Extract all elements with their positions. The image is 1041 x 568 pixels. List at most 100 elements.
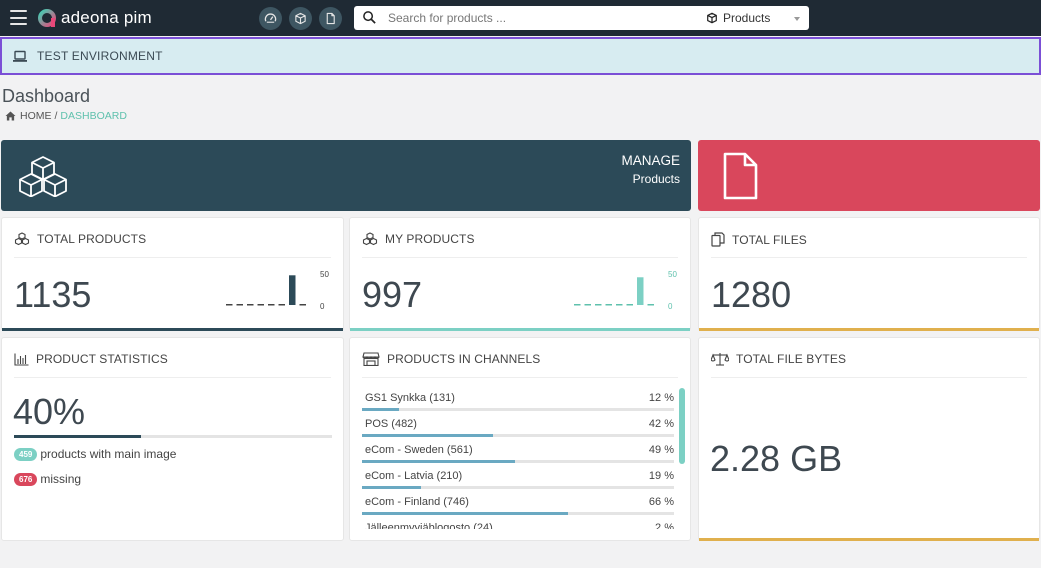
quick-dashboard-button[interactable] bbox=[259, 7, 282, 30]
main-image-progress bbox=[14, 435, 332, 438]
total-file-bytes-value: 2.28 GB bbox=[710, 438, 843, 479]
logo-text: adeona pim bbox=[61, 8, 152, 27]
total-products-value: 1135 bbox=[14, 274, 92, 315]
my-products-value: 997 bbox=[362, 274, 423, 315]
channel-percent: 42 % bbox=[648, 418, 674, 430]
manage-banner-subtitle: Products bbox=[632, 172, 680, 186]
sparkline-baseline-segment bbox=[616, 304, 623, 306]
home-icon bbox=[5, 111, 16, 121]
environment-label: TEST ENVIRONMENT bbox=[37, 49, 163, 63]
with-image-line: 459 products with main image bbox=[14, 447, 176, 461]
top-bar: adeona pim Products bbox=[0, 0, 1041, 36]
sparkline-baseline-segment bbox=[647, 304, 654, 306]
document-icon bbox=[723, 152, 758, 200]
search-icon bbox=[363, 11, 376, 24]
global-search: Products bbox=[354, 6, 809, 30]
channel-percent: 12 % bbox=[648, 392, 674, 404]
file-icon bbox=[326, 12, 335, 25]
channel-percent: 19 % bbox=[648, 470, 674, 482]
channel-name: Jälleenmyyjäblogosto (24) bbox=[365, 522, 493, 529]
store-icon bbox=[362, 352, 380, 366]
total-products-sparkline: 50 0 bbox=[224, 268, 332, 311]
manage-banner-title: MANAGE bbox=[621, 153, 680, 168]
main-image-percentage: 40% bbox=[13, 391, 86, 432]
breadcrumb-home[interactable]: HOME bbox=[20, 110, 52, 122]
page-title: Dashboard bbox=[2, 86, 91, 106]
my-products-card: MY PRODUCTS 997 50 0 bbox=[349, 217, 691, 331]
sparkline-min-label: 0 bbox=[668, 302, 673, 311]
sparkline-baseline-segment bbox=[247, 304, 254, 306]
cube-icon bbox=[707, 12, 717, 24]
channel-row: Jälleenmyyjäblogosto (24) 2 % bbox=[362, 516, 674, 529]
my-products-sparkline: 50 0 bbox=[572, 268, 680, 311]
laptop-icon bbox=[12, 50, 28, 63]
channel-name: eCom - Sweden (561) bbox=[365, 444, 473, 456]
sparkline-min-label: 0 bbox=[320, 302, 325, 311]
channel-percent: 49 % bbox=[648, 444, 674, 456]
missing-count-badge: 676 bbox=[14, 472, 38, 486]
card-title: TOTAL FILE BYTES bbox=[736, 352, 847, 366]
adeona-logo-icon bbox=[38, 9, 56, 27]
search-scope-select[interactable]: Products bbox=[706, 6, 800, 30]
total-files-card: TOTAL FILES 1280 bbox=[698, 217, 1040, 331]
search-scope-label: Products bbox=[723, 11, 771, 25]
chevron-down-icon bbox=[794, 17, 800, 21]
breadcrumb: HOME / DASHBOARD bbox=[5, 110, 127, 122]
channel-row: GS1 Synkka (131) 12 % bbox=[362, 386, 674, 412]
channel-name: eCom - Latvia (210) bbox=[365, 470, 463, 482]
sparkline-bar bbox=[637, 277, 644, 305]
menu-icon[interactable] bbox=[10, 10, 27, 25]
gauge-icon bbox=[264, 13, 277, 23]
channel-row: eCom - Latvia (210) 19 % bbox=[362, 464, 674, 490]
total-file-bytes-card: TOTAL FILE BYTES 2.28 GB bbox=[698, 337, 1040, 541]
channel-row: POS (482) 42 % bbox=[362, 412, 674, 438]
channel-progress bbox=[362, 460, 674, 463]
sparkline-bar bbox=[289, 275, 296, 305]
sparkline-baseline-segment bbox=[268, 304, 275, 306]
product-statistics-card: PRODUCT STATISTICS 40% 459 products with… bbox=[1, 337, 344, 541]
channel-progress bbox=[362, 512, 674, 515]
missing-label: missing bbox=[40, 472, 82, 486]
channel-percent: 66 % bbox=[648, 496, 674, 508]
with-image-label: products with main image bbox=[40, 447, 177, 461]
channel-name: GS1 Synkka (131) bbox=[365, 392, 455, 404]
products-in-channels-card: PRODUCTS IN CHANNELS GS1 Synkka (131) 12 … bbox=[349, 337, 691, 541]
total-files-value: 1280 bbox=[711, 274, 792, 315]
copy-files-icon bbox=[711, 232, 725, 247]
card-accent-bar bbox=[699, 328, 1039, 331]
with-image-count-badge: 459 bbox=[14, 447, 38, 461]
sparkline-baseline-segment bbox=[595, 304, 602, 306]
cubes-icon bbox=[14, 232, 30, 246]
bar-chart-icon bbox=[14, 353, 29, 366]
channel-list[interactable]: GS1 Synkka (131) 12 % POS (482) 42 % eCom - … bbox=[362, 386, 678, 529]
manage-products-banner[interactable]: MANAGE Products bbox=[1, 140, 691, 211]
quick-files-button[interactable] bbox=[319, 7, 342, 30]
channel-row: eCom - Finland (746) 66 % bbox=[362, 490, 674, 516]
sparkline-max-label: 50 bbox=[320, 270, 329, 279]
sparkline-chart bbox=[574, 277, 654, 306]
cubes-icon bbox=[362, 232, 378, 246]
search-input[interactable] bbox=[388, 9, 688, 27]
sparkline-baseline-segment bbox=[574, 304, 581, 306]
manage-files-banner[interactable] bbox=[698, 140, 1040, 211]
card-title: PRODUCTS IN CHANNELS bbox=[387, 352, 541, 366]
sparkline-baseline-segment bbox=[626, 304, 633, 306]
channel-progress bbox=[362, 486, 674, 489]
card-title: TOTAL PRODUCTS bbox=[37, 232, 147, 246]
sparkline-baseline-segment bbox=[278, 304, 285, 306]
card-title: MY PRODUCTS bbox=[385, 232, 475, 246]
sparkline-baseline-segment bbox=[605, 304, 612, 306]
scale-icon bbox=[711, 352, 729, 366]
quick-products-button[interactable] bbox=[289, 7, 312, 30]
channel-list-scrollbar[interactable] bbox=[679, 388, 685, 464]
breadcrumb-current: DASHBOARD bbox=[60, 110, 127, 122]
card-accent-bar bbox=[699, 538, 1039, 541]
cube-icon bbox=[295, 12, 306, 25]
channel-row: eCom - Sweden (561) 49 % bbox=[362, 438, 674, 464]
total-products-card: TOTAL PRODUCTS 1135 50 0 bbox=[1, 217, 344, 331]
sparkline-baseline-segment bbox=[584, 304, 591, 306]
sparkline-baseline-segment bbox=[226, 304, 233, 306]
sparkline-baseline-segment bbox=[299, 304, 306, 306]
app-logo[interactable]: adeona pim bbox=[37, 7, 152, 29]
channel-name: eCom - Finland (746) bbox=[365, 496, 469, 508]
